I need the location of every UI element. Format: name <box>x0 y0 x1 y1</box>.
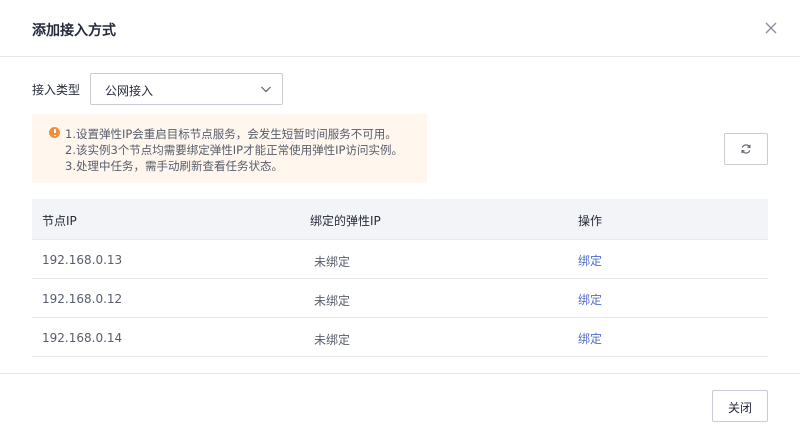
refresh-button[interactable] <box>724 133 768 165</box>
bind-link[interactable]: 绑定 <box>578 330 602 347</box>
eip-cell: 未绑定 <box>314 333 351 347</box>
dialog-title: 添加接入方式 <box>32 23 116 39</box>
table-row: 192.168.0.13 未绑定 绑定 <box>32 240 768 279</box>
close-button[interactable]: 关闭 <box>712 390 768 422</box>
bind-link[interactable]: 绑定 <box>578 252 602 269</box>
node-ip-cell: 192.168.0.12 <box>42 292 123 306</box>
notice-line-2: 2.该实例3个节点均需要绑定弹性IP才能正常使用弹性IP访问实例。 <box>65 143 403 157</box>
access-type-selected-value: 公网接入 <box>105 84 154 98</box>
dialog-header: 添加接入方式 <box>0 0 800 57</box>
column-header-bound-eip: 绑定的弹性IP <box>310 214 381 228</box>
refresh-icon <box>741 144 751 154</box>
dialog-footer: 关闭 <box>0 373 800 440</box>
column-header-action: 操作 <box>578 214 603 228</box>
node-ip-cell: 192.168.0.13 <box>42 253 123 267</box>
warning-circle-icon <box>49 127 60 138</box>
table-row: 192.168.0.14 未绑定 绑定 <box>32 318 768 357</box>
access-type-label: 接入类型 <box>32 83 81 97</box>
close-button-label: 关闭 <box>727 401 752 415</box>
access-type-select[interactable]: 公网接入 <box>90 73 283 105</box>
close-icon[interactable] <box>762 19 780 37</box>
column-header-node-ip: 节点IP <box>42 214 77 228</box>
node-ip-cell: 192.168.0.14 <box>42 331 123 345</box>
chevron-down-icon <box>261 86 271 93</box>
add-access-method-dialog: 添加接入方式 接入类型 公网接入 1.设置弹性IP会重启目标节点服务，会发生短暂… <box>0 0 800 439</box>
bind-link[interactable]: 绑定 <box>578 291 602 308</box>
notice-line-3: 3.处理中任务，需手动刷新查看任务状态。 <box>65 159 283 173</box>
notice-box: 1.设置弹性IP会重启目标节点服务，会发生短暂时间服务不可用。 2.该实例3个节… <box>32 114 427 183</box>
eip-cell: 未绑定 <box>314 294 351 308</box>
eip-cell: 未绑定 <box>314 255 351 269</box>
table-row: 192.168.0.12 未绑定 绑定 <box>32 279 768 318</box>
table-header: 节点IP 绑定的弹性IP 操作 <box>32 199 768 240</box>
notice-line-1: 1.设置弹性IP会重启目标节点服务，会发生短暂时间服务不可用。 <box>65 127 397 141</box>
